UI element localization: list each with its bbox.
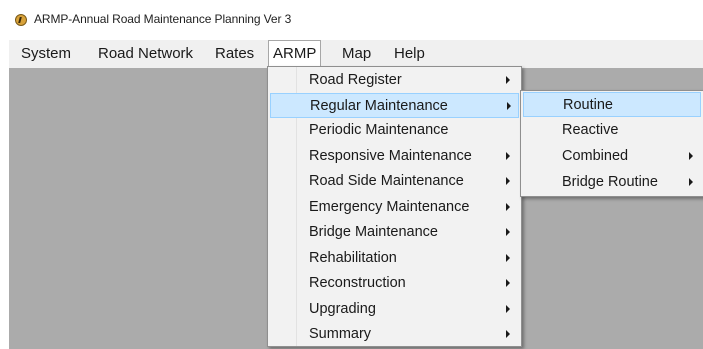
menu-item-road-register[interactable]: Road Register	[270, 68, 519, 93]
menu-item-label: Rehabilitation	[309, 250, 397, 266]
submenu-arrow-icon	[506, 203, 510, 211]
menu-item-label: Summary	[309, 326, 372, 342]
submenu-arrow-icon	[506, 254, 510, 262]
menu-item-rehabilitation[interactable]: Rehabilitation	[270, 246, 519, 271]
submenu-item-label: Bridge Routine	[562, 174, 658, 190]
menu-item-upgrading[interactable]: Upgrading	[270, 297, 519, 322]
submenu-item-label: Reactive	[562, 122, 619, 138]
submenu-item-label: Combined	[562, 148, 629, 164]
submenu-arrow-icon	[506, 177, 510, 185]
menu-item-label: Road Side Maintenance	[309, 173, 464, 189]
menu-item-bridge-maintenance[interactable]: Bridge Maintenance	[270, 220, 519, 245]
menu-item-regular-maintenance[interactable]: Regular Maintenance	[270, 93, 519, 118]
menu-item-summary[interactable]: Summary	[270, 322, 519, 347]
menu-system[interactable]: System	[17, 40, 75, 68]
menu-item-responsive-maintenance[interactable]: Responsive Maintenance	[270, 144, 519, 169]
menu-help[interactable]: Help	[390, 40, 429, 68]
menu-item-label: Reconstruction	[309, 275, 406, 291]
menu-item-label: Responsive Maintenance	[309, 148, 472, 164]
menu-item-periodic-maintenance[interactable]: Periodic Maintenance	[270, 118, 519, 143]
submenu-item-reactive[interactable]: Reactive	[523, 118, 701, 143]
submenu-arrow-icon	[506, 76, 510, 84]
menu-rates[interactable]: Rates	[211, 40, 258, 68]
menu-item-label: Road Register	[309, 72, 402, 88]
submenu-item-bridge-routine[interactable]: Bridge Routine	[523, 170, 701, 195]
submenu-item-combined[interactable]: Combined	[523, 144, 701, 169]
menu-item-label: Regular Maintenance	[310, 98, 448, 114]
submenu-arrow-icon	[506, 330, 510, 338]
menu-map[interactable]: Map	[338, 40, 375, 68]
submenu-item-routine[interactable]: Routine	[523, 92, 701, 117]
submenu-item-label: Routine	[563, 97, 613, 113]
menu-item-label: Periodic Maintenance	[309, 122, 449, 138]
menu-item-label: Bridge Maintenance	[309, 224, 438, 240]
menu-item-emergency-maintenance[interactable]: Emergency Maintenance	[270, 195, 519, 220]
menu-road-network[interactable]: Road Network	[94, 40, 197, 68]
menu-item-road-side-maintenance[interactable]: Road Side Maintenance	[270, 169, 519, 194]
menu-item-label: Emergency Maintenance	[309, 199, 470, 215]
submenu-arrow-icon	[506, 305, 510, 313]
regular-maintenance-submenu: Routine Reactive Combined Bridge Routine	[520, 90, 703, 197]
title-bar: ARMP-Annual Road Maintenance Planning Ve…	[0, 0, 703, 38]
window-title: ARMP-Annual Road Maintenance Planning Ve…	[34, 12, 292, 26]
submenu-arrow-icon	[689, 178, 693, 186]
submenu-arrow-icon	[506, 228, 510, 236]
menu-item-reconstruction[interactable]: Reconstruction	[270, 271, 519, 296]
menu-bar: System Road Network Rates ARMP Map Help	[9, 40, 703, 70]
submenu-arrow-icon	[689, 152, 693, 160]
submenu-arrow-icon	[506, 152, 510, 160]
submenu-arrow-icon	[506, 279, 510, 287]
armp-dropdown-menu: Road Register Regular Maintenance Period…	[267, 66, 522, 347]
app-logo-icon	[15, 14, 27, 26]
menu-item-label: Upgrading	[309, 301, 376, 317]
submenu-arrow-icon	[507, 102, 511, 110]
